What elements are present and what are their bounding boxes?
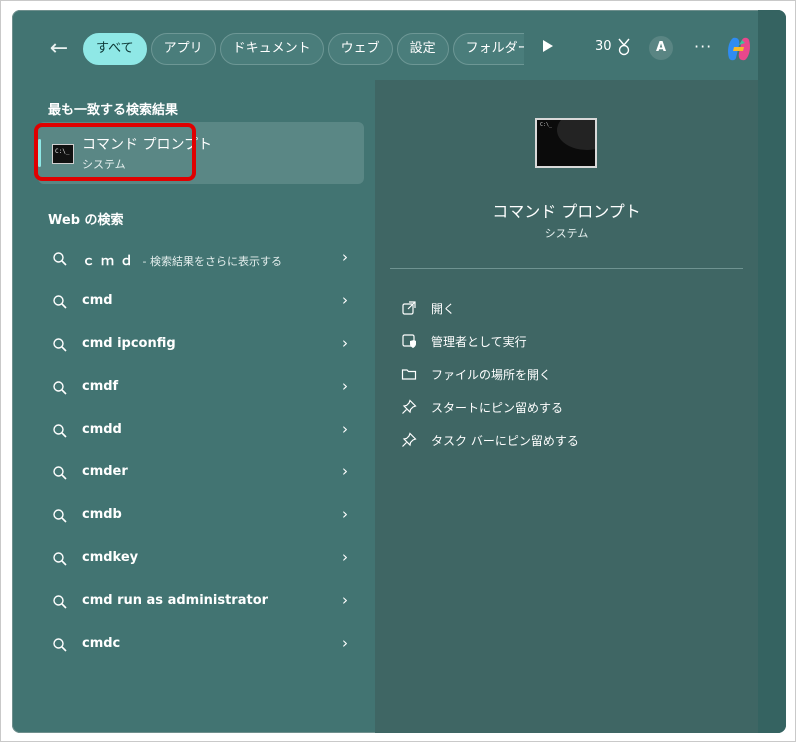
action-label: 管理者として実行 <box>431 335 527 349</box>
action-label: タスク バーにピン留めする <box>431 434 579 448</box>
tab-settings[interactable]: 設定 <box>396 33 449 65</box>
rewards-points: 30 <box>595 39 612 54</box>
more-options-icon[interactable]: ··· <box>694 37 712 56</box>
command-prompt-large-icon: C:\_ <box>535 118 597 168</box>
preview-pane: C:\_ コマンド プロンプト システム 開く 管理者として実行 ファイルの場所… <box>375 80 758 733</box>
start-search-panel: ← すべてアプリドキュメントウェブ設定フォルダー写 30 A ··· 最も一致す… <box>12 10 786 733</box>
search-icon <box>53 424 67 438</box>
web-result-query: cmdb <box>82 507 122 522</box>
web-result-query: cmd ipconfig <box>82 336 176 351</box>
tab-documents[interactable]: ドキュメント <box>219 33 324 65</box>
search-icon <box>53 338 67 352</box>
preview-subtitle: システム <box>544 227 589 240</box>
web-result-query: cmdc <box>82 636 121 651</box>
action-open[interactable]: 開く <box>401 296 721 320</box>
search-filter-bar: ← すべてアプリドキュメントウェブ設定フォルダー写 30 A ··· <box>12 10 786 86</box>
tab-web[interactable]: ウェブ <box>327 33 393 65</box>
chevron-right-icon: › <box>342 334 348 352</box>
open-external-icon <box>402 301 416 315</box>
action-label: ファイルの場所を開く <box>431 368 552 382</box>
action-run-as-admin[interactable]: 管理者として実行 <box>401 329 721 353</box>
chevron-right-icon: › <box>342 505 348 523</box>
preview-title: コマンド プロンプト <box>492 202 641 221</box>
medal-icon <box>618 38 630 56</box>
web-result-query: ｃｍｄ <box>82 254 140 269</box>
chevron-right-icon: › <box>342 291 348 309</box>
search-icon <box>53 466 67 480</box>
web-result-query: cmdf <box>82 379 119 394</box>
web-result-item[interactable]: cmdb › <box>38 496 364 536</box>
web-result-query: cmd <box>82 293 113 308</box>
web-result-query: cmder <box>82 464 128 479</box>
tab-all[interactable]: すべて <box>83 33 147 65</box>
tab-apps[interactable]: アプリ <box>150 33 216 65</box>
filter-tabs: すべてアプリドキュメントウェブ設定フォルダー写 <box>83 33 524 65</box>
run-as-admin-icon <box>402 334 416 348</box>
web-result-item[interactable]: cmd run as administrator › <box>38 582 364 622</box>
chevron-right-icon: › <box>342 591 348 609</box>
divider <box>390 268 743 269</box>
web-result-query: cmdd <box>82 422 122 437</box>
web-result-item[interactable]: cmder › <box>38 453 364 493</box>
pin-icon <box>402 399 417 414</box>
best-match-name: コマンド プロンプト <box>82 137 213 153</box>
account-avatar[interactable]: A <box>649 36 673 60</box>
copilot-icon[interactable] <box>724 34 754 64</box>
search-icon <box>53 595 67 609</box>
web-result-item[interactable]: cmdkey › <box>38 539 364 579</box>
web-result-item[interactable]: cmdc › <box>38 625 364 665</box>
best-match-type: システム <box>82 158 126 171</box>
action-open-file-location[interactable]: ファイルの場所を開く <box>401 362 721 386</box>
chevron-right-icon: › <box>342 377 348 395</box>
web-result-item[interactable]: cmdf › <box>38 368 364 408</box>
web-result-item[interactable]: cmd ipconfig › <box>38 325 364 365</box>
web-result-item[interactable]: cmd › <box>38 282 364 322</box>
tab-folders[interactable]: フォルダー <box>452 33 524 65</box>
search-icon <box>53 509 67 523</box>
chevron-right-icon: › <box>342 634 348 652</box>
web-search-heading: Web の検索 <box>48 213 124 228</box>
action-label: 開く <box>431 302 456 316</box>
web-result-query: cmd run as administrator <box>82 593 269 608</box>
window-frame: ← すべてアプリドキュメントウェブ設定フォルダー写 30 A ··· 最も一致す… <box>0 0 796 742</box>
best-match-heading: 最も一致する検索結果 <box>48 103 179 118</box>
web-result-query: cmdkey <box>82 550 139 565</box>
chevron-right-icon: › <box>342 420 348 438</box>
back-arrow-icon[interactable]: ← <box>46 36 72 62</box>
panel-edge <box>758 10 786 733</box>
command-prompt-icon: C:\_ <box>52 144 74 164</box>
chevron-right-icon: › <box>342 462 348 480</box>
selection-indicator <box>38 139 41 167</box>
action-label: スタートにピン留めする <box>431 401 564 415</box>
play-arrow-icon[interactable] <box>543 40 553 52</box>
best-match-item[interactable]: C:\_ コマンド プロンプト システム <box>38 122 364 184</box>
chevron-right-icon: › <box>342 248 348 266</box>
icon-text: C:\_ <box>55 148 70 155</box>
web-result-hint: - 検索結果をさらに表示する <box>139 255 282 268</box>
action-pin-to-start[interactable]: スタートにピン留めする <box>401 395 721 419</box>
results-column: 最も一致する検索結果 C:\_ コマンド プロンプト システム Web の検索 … <box>12 86 372 733</box>
web-result-item[interactable]: ｃｍｄ - 検索結果をさらに表示する › <box>38 239 364 279</box>
chevron-right-icon: › <box>342 548 348 566</box>
search-icon <box>53 295 67 309</box>
search-icon <box>53 552 67 566</box>
preview-icon-text: C:\_ <box>540 122 553 128</box>
folder-icon <box>401 369 417 380</box>
pin-icon <box>402 432 417 447</box>
search-icon <box>53 252 67 266</box>
action-pin-to-taskbar[interactable]: タスク バーにピン留めする <box>401 428 721 452</box>
search-icon <box>53 381 67 395</box>
search-icon <box>53 638 67 652</box>
web-result-item[interactable]: cmdd › <box>38 411 364 451</box>
